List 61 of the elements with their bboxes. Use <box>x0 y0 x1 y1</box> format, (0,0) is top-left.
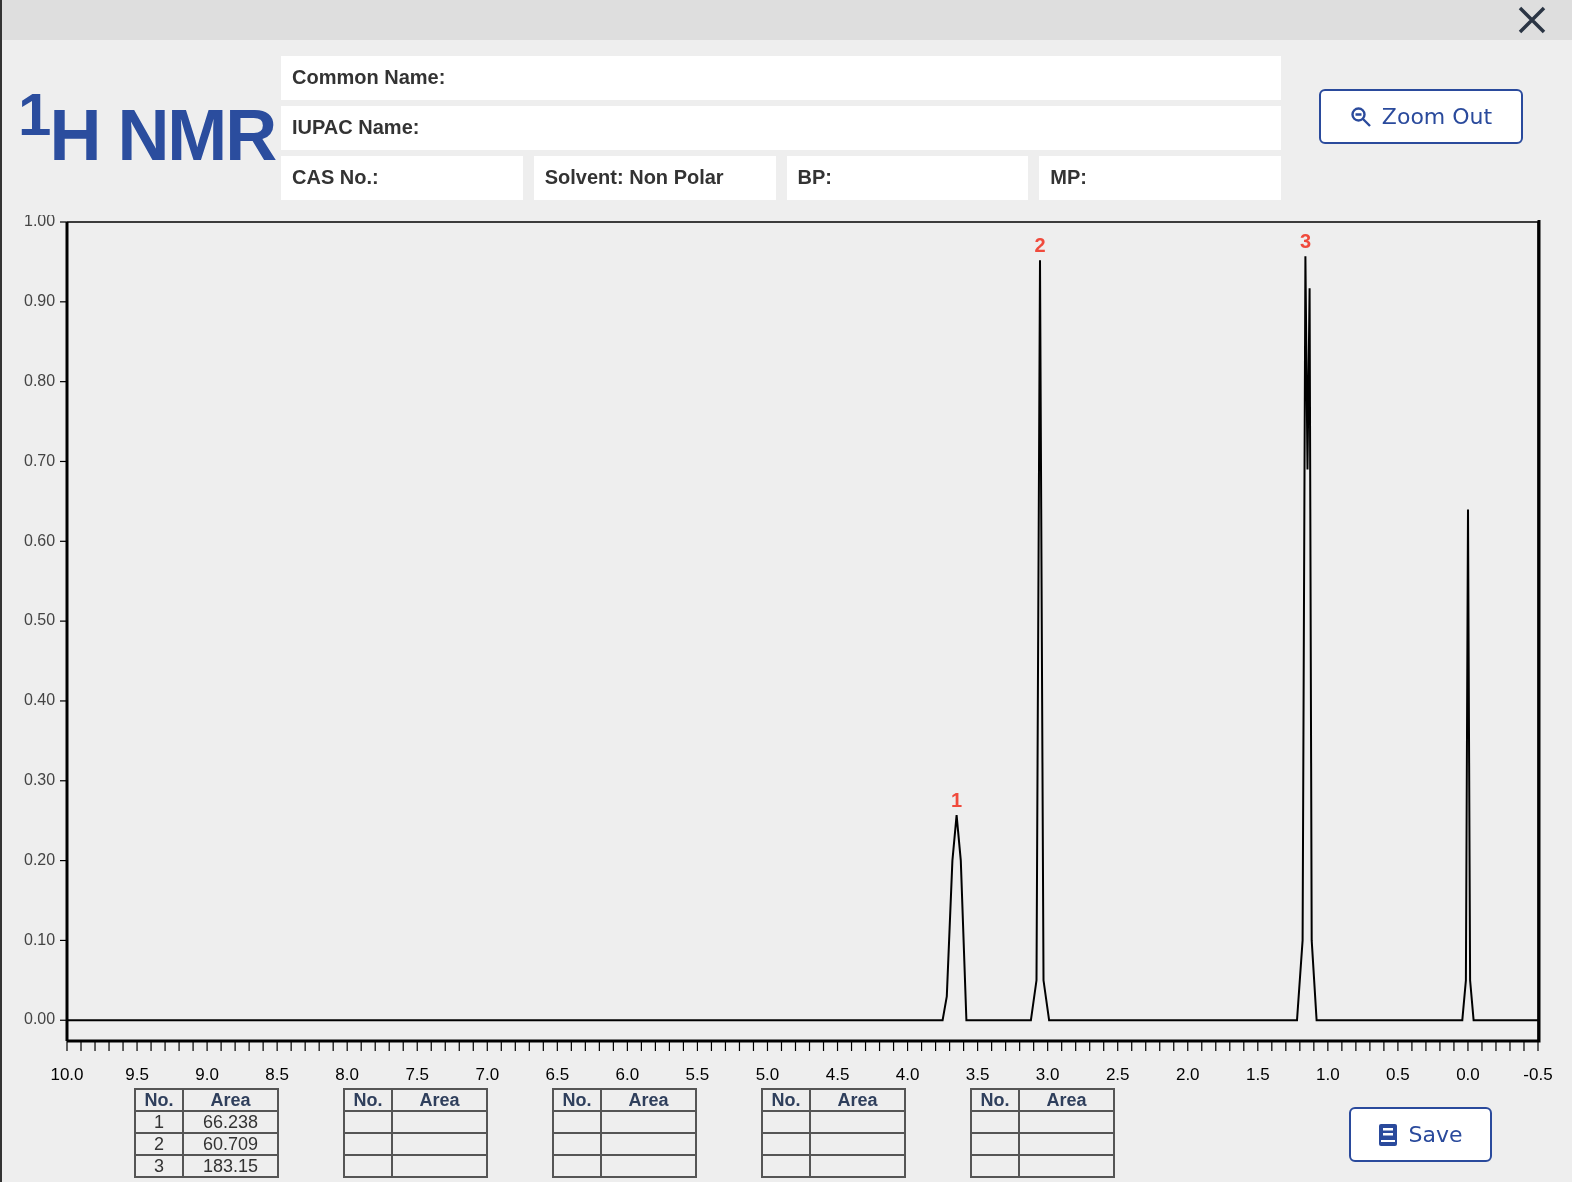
axis-tick-label: 0.80 <box>24 371 56 389</box>
axis-tick-label: 0.00 <box>24 1010 56 1028</box>
column-header: Area <box>1019 1089 1114 1111</box>
column-header: Area <box>810 1089 905 1111</box>
peak-label: 3 <box>1299 230 1311 253</box>
axis-tick-label: -0.5 <box>1523 1065 1553 1084</box>
info-field: Common Name: <box>281 55 1281 100</box>
column-header: Area <box>183 1089 278 1111</box>
info-field: CAS No.: <box>281 155 523 200</box>
column-header: No. <box>971 1089 1019 1111</box>
axis-tick-label: 0.5 <box>1386 1065 1410 1084</box>
save-button[interactable]: Save <box>1349 1107 1492 1162</box>
axis-tick-label: 1.0 <box>1316 1065 1340 1084</box>
column-header: No. <box>553 1089 601 1111</box>
axis-tick-label: 2.5 <box>1105 1065 1130 1084</box>
axis-tick-label: 0.60 <box>24 531 56 549</box>
axis-tick-label: 9.0 <box>195 1065 219 1084</box>
table-cell: 60.709 <box>183 1133 278 1155</box>
column-header: Area <box>601 1089 696 1111</box>
info-field: IUPAC Name: <box>281 105 1281 150</box>
column-header: Area <box>392 1089 487 1111</box>
axis-tick-label: 0.20 <box>24 850 56 868</box>
axis-tick-label: 4.0 <box>895 1065 920 1084</box>
table-cell: 2 <box>135 1133 183 1155</box>
column-header: No. <box>344 1089 392 1111</box>
axis-tick-label: 7.0 <box>475 1065 500 1084</box>
axis-tick-label: 0.30 <box>24 771 56 788</box>
axis-tick-label: 0.40 <box>24 691 56 709</box>
axis-tick-label: 0.90 <box>24 292 56 310</box>
axis-tick-label: 3.5 <box>965 1065 990 1084</box>
axis-tick-label: 0.0 <box>1456 1065 1480 1084</box>
axis-tick-label: 2.0 <box>1175 1065 1200 1084</box>
axis-tick-label: 0.50 <box>24 611 56 629</box>
axis-tick-label: 8.0 <box>335 1065 359 1084</box>
info-field: BP: <box>786 155 1029 200</box>
axis-tick-label: 6.0 <box>615 1065 640 1084</box>
logo-title: $^{1}$H NMR <box>17 79 277 176</box>
table-cell: 183.15 <box>183 1155 278 1177</box>
axis-tick-label: 3.0 <box>1035 1065 1060 1084</box>
axis-tick-label: 8.5 <box>265 1065 289 1084</box>
table-cell: 66.238 <box>183 1111 278 1133</box>
table-cell: 3 <box>135 1155 183 1177</box>
axis-tick-label: 5.5 <box>685 1065 710 1084</box>
axis-tick-label: 6.5 <box>545 1065 570 1084</box>
zoom-out-button[interactable]: Zoom Out <box>1319 89 1523 144</box>
info-field: MP: <box>1039 155 1281 200</box>
axis-tick-label: 4.5 <box>825 1065 850 1084</box>
axis-tick-label: 10.0 <box>50 1065 84 1084</box>
column-header: No. <box>135 1089 183 1111</box>
peak-label: 1 <box>951 789 963 812</box>
column-header: No. <box>762 1089 810 1111</box>
axis-tick-label: 1.00 <box>24 215 56 230</box>
axis-tick-label: 1.5 <box>1246 1065 1270 1084</box>
info-field: Solvent: Non Polar <box>533 155 776 200</box>
axis-tick-label: 5.0 <box>755 1065 780 1084</box>
peak-label: 2 <box>1034 234 1046 257</box>
table-cell: 1 <box>135 1111 183 1133</box>
axis-tick-label: 0.10 <box>24 930 56 948</box>
axis-tick-label: 9.5 <box>125 1065 149 1084</box>
axis-tick-label: 0.70 <box>24 451 56 469</box>
axis-tick-label: 7.5 <box>405 1065 430 1084</box>
